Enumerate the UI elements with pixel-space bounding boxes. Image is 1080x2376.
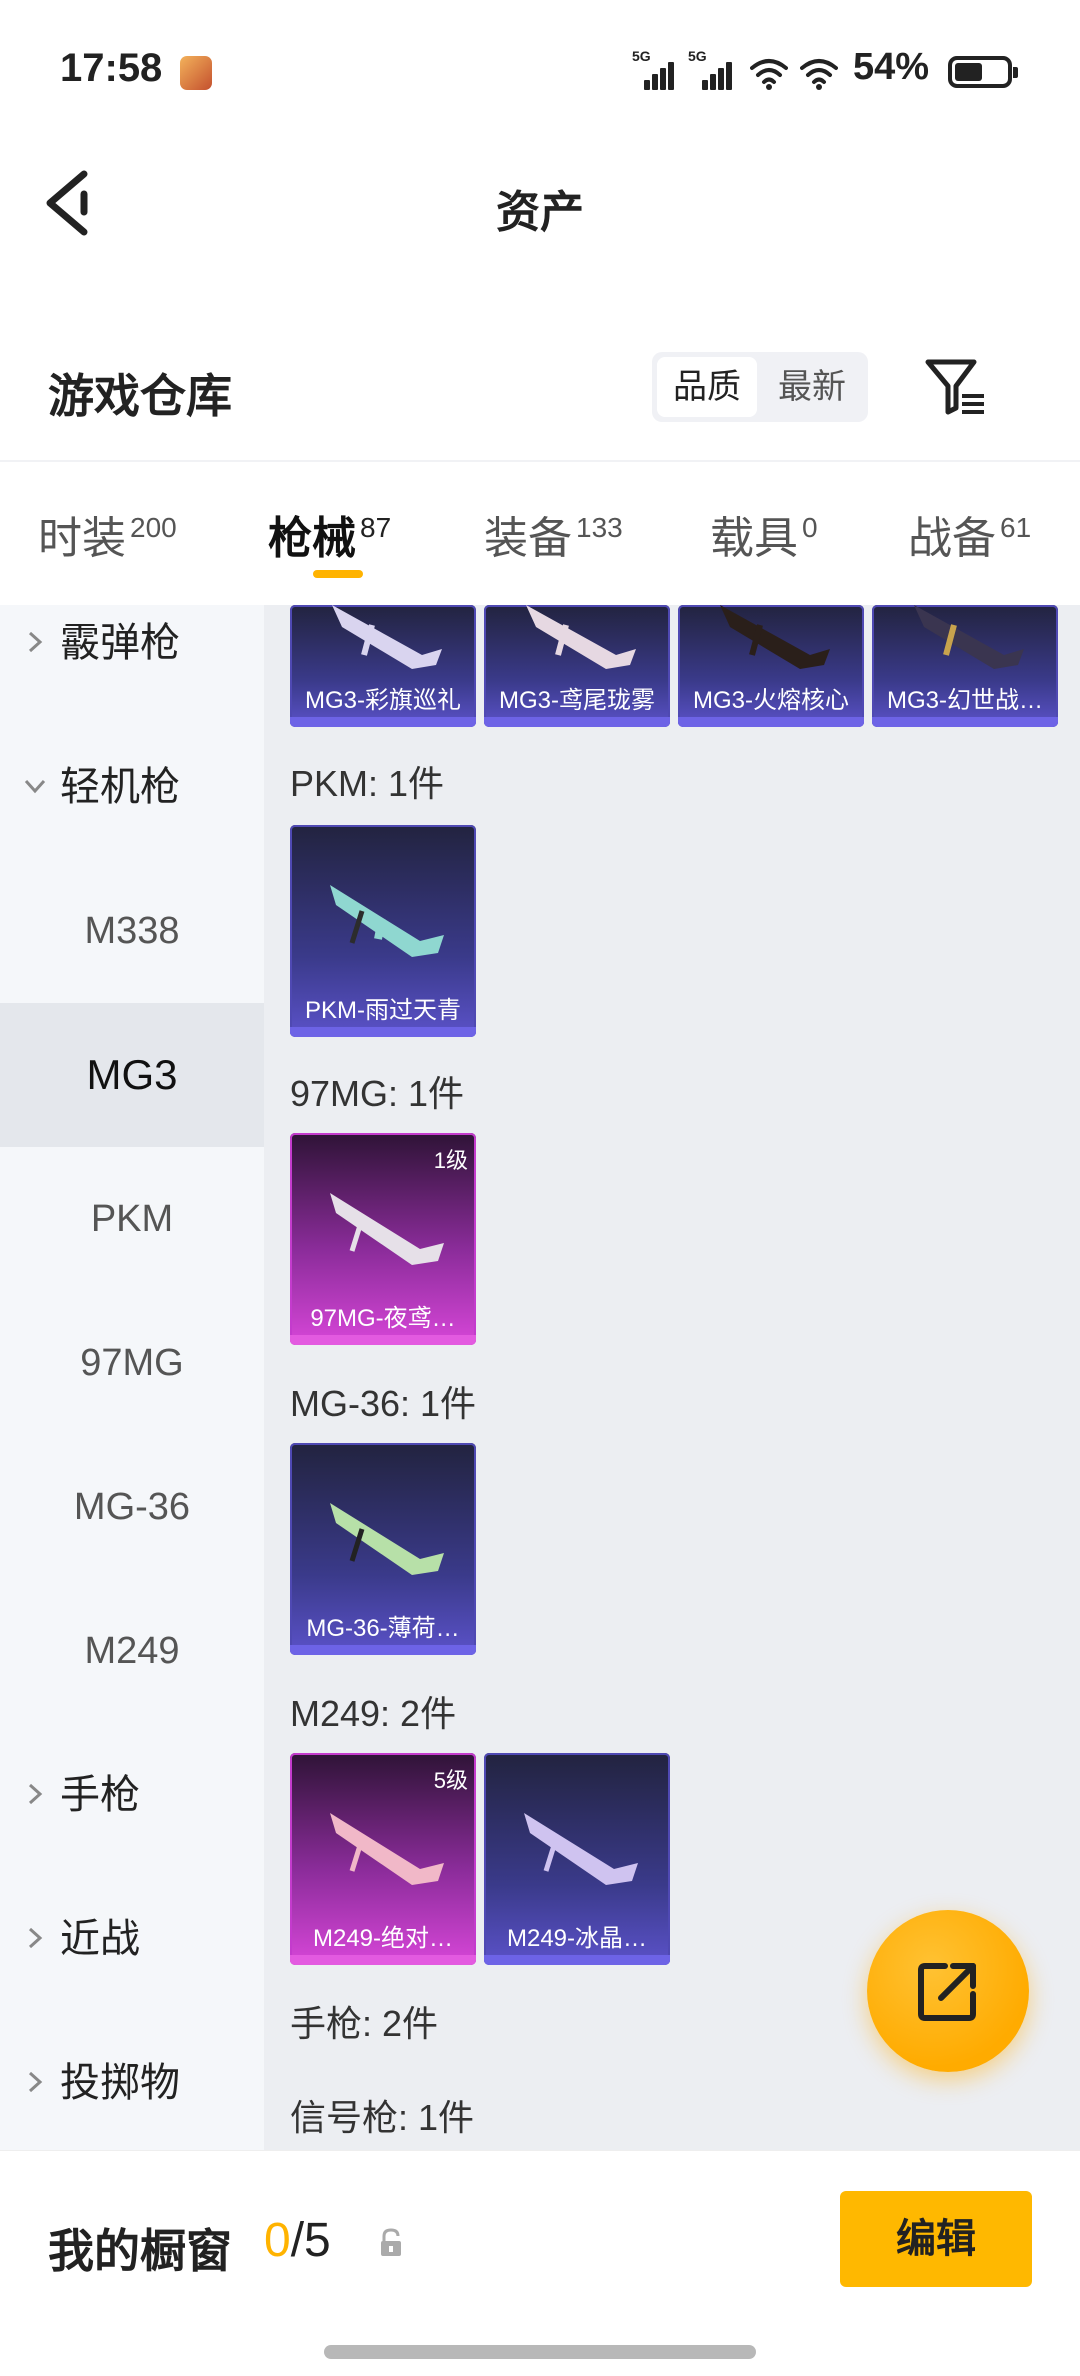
sidebar-item-pkm[interactable]: PKM <box>0 1147 264 1291</box>
edit-button[interactable]: 编辑 <box>840 2191 1032 2287</box>
share-fab-button[interactable] <box>867 1910 1029 2072</box>
signal-label: 5G <box>688 48 707 64</box>
weapon-card-name: PKM-雨过天青 <box>305 997 461 1024</box>
sidebar-item-97mg[interactable]: 97MG <box>0 1291 264 1435</box>
weapon-image-icon <box>526 605 636 669</box>
weapon-card-name: 97MG-夜鸢… <box>310 1305 456 1332</box>
share-external-icon <box>918 1963 976 2021</box>
chevron-down-icon <box>24 779 46 794</box>
tab-guns[interactable]: 枪械 87 <box>268 502 391 566</box>
tab-supplies[interactable]: 战备 61 <box>908 502 1031 566</box>
weapon-image-icon <box>720 605 830 669</box>
tab-indicator <box>313 570 363 578</box>
chevron-right-icon <box>28 631 43 653</box>
page-title: 资产 <box>496 188 584 237</box>
sidebar-item-m338[interactable]: M338 <box>0 859 264 1003</box>
weapon-image-icon <box>330 1193 444 1265</box>
weapon-card-name: M249-冰晶… <box>506 1925 648 1952</box>
sort-option-quality[interactable]: 品质 <box>657 357 757 417</box>
sidebar-group-label: 投掷物 <box>60 2061 180 2105</box>
app-badge-icon <box>180 56 212 90</box>
group-heading-97mg: 97MG: 1件 <box>290 1073 465 1114</box>
sidebar-item-mg-36[interactable]: MG-36 <box>0 1435 264 1579</box>
weapon-image-icon <box>332 605 442 669</box>
weapon-image-icon <box>330 1503 444 1575</box>
home-indicator <box>324 2345 756 2359</box>
sort-option-latest[interactable]: 最新 <box>762 357 862 417</box>
weapon-card[interactable]: 5级 M249-绝对… <box>290 1753 476 1965</box>
weapon-image-icon <box>524 1813 638 1885</box>
weapon-image-icon <box>914 605 1024 669</box>
weapon-card[interactable]: MG-36-薄荷… <box>290 1443 476 1655</box>
weapon-card-name: MG-36-薄荷… <box>306 1615 460 1642</box>
wifi-icon <box>750 59 788 90</box>
weapon-image-icon <box>330 1813 444 1885</box>
weapon-card-name: MG3-彩旗巡礼 <box>305 687 461 714</box>
sidebar-group-lmg[interactable]: 轻机枪 <box>0 715 264 859</box>
sidebar-group-shotgun[interactable]: 霰弹枪 <box>0 605 264 715</box>
sidebar-group-label: 轻机枪 <box>60 765 180 809</box>
weapon-card-name: MG3-火熔核心 <box>693 687 849 714</box>
showcase-label: 我的橱窗 <box>48 2225 232 2277</box>
battery-icon <box>948 56 1018 88</box>
sidebar-group-throwable[interactable]: 投掷物 <box>0 2011 264 2150</box>
weapon-card-name: MG3-幻世战… <box>887 687 1043 714</box>
weapon-card[interactable]: M249-冰晶… <box>484 1753 670 1965</box>
group-heading-mg-36: MG-36: 1件 <box>290 1383 477 1424</box>
chevron-right-icon <box>28 2071 43 2093</box>
lock-icon <box>381 2228 401 2256</box>
weapon-card[interactable]: MG3-鸢尾珑雾 <box>484 605 670 727</box>
weapon-card[interactable]: MG3-幻世战… <box>872 605 1058 727</box>
group-heading-pistol: 手枪: 2件 <box>290 2003 439 2044</box>
category-tabs: 时装 200 枪械 87 装备 133 载具 0 战备 61 <box>0 460 1080 605</box>
sidebar-group-pistol[interactable]: 手枪 <box>0 1723 264 1867</box>
showcase-count-total: /5 <box>290 2214 331 2267</box>
weapon-card[interactable]: MG3-火熔核心 <box>678 605 864 727</box>
sidebar-item-m249[interactable]: M249 <box>0 1579 264 1723</box>
weapon-card[interactable]: 1级 97MG-夜鸢… <box>290 1133 476 1345</box>
showcase-count: 0/5 <box>264 2213 331 2268</box>
showcase-count-current: 0 <box>264 2214 291 2267</box>
sidebar-group-label: 霰弹枪 <box>60 621 180 665</box>
chevron-right-icon <box>28 1783 43 1805</box>
sidebar: 霰弹枪 轻机枪 M338 MG3 PKM 97MG MG-36 M249 手枪 … <box>0 605 264 2150</box>
sort-toggle: 品质 最新 <box>652 352 868 422</box>
group-heading-flare-gun: 信号枪: 1件 <box>290 2097 475 2138</box>
weapon-card-name: M249-绝对… <box>312 1925 454 1952</box>
status-bar: 17:58 5G 5G 54% <box>0 0 1080 140</box>
weapon-card-name: MG3-鸢尾珑雾 <box>499 687 655 714</box>
sidebar-group-label: 近战 <box>60 1917 140 1961</box>
battery-fill <box>955 63 982 81</box>
sidebar-group-melee[interactable]: 近战 <box>0 1867 264 2011</box>
filter-icon[interactable] <box>922 354 988 420</box>
showcase-bar: 我的橱窗 0/5 编辑 <box>0 2150 1080 2376</box>
tab-equipment[interactable]: 装备 133 <box>484 502 623 566</box>
signal-icon: 5G <box>688 48 734 90</box>
weapon-card[interactable]: MG3-彩旗巡礼 <box>290 605 476 727</box>
tab-fashion[interactable]: 时装 200 <box>38 502 177 566</box>
weapon-card[interactable]: PKM-雨过天青 <box>290 825 476 1037</box>
wifi-icon <box>800 59 838 90</box>
weapon-image-icon <box>330 885 444 957</box>
signal-icon: 5G <box>632 48 674 90</box>
group-heading-m249: M249: 2件 <box>290 1693 457 1734</box>
warehouse-title: 游戏仓库 <box>48 370 232 422</box>
status-time: 17:58 <box>60 46 163 90</box>
signal-label: 5G <box>632 48 651 64</box>
tab-vehicles[interactable]: 载具 0 <box>710 502 818 566</box>
sidebar-group-label: 手枪 <box>60 1773 140 1817</box>
battery-percent: 54% <box>853 46 930 88</box>
sidebar-item-mg3[interactable]: MG3 <box>0 1003 264 1147</box>
group-heading-pkm: PKM: 1件 <box>290 763 445 804</box>
chevron-right-icon <box>28 1927 43 1949</box>
